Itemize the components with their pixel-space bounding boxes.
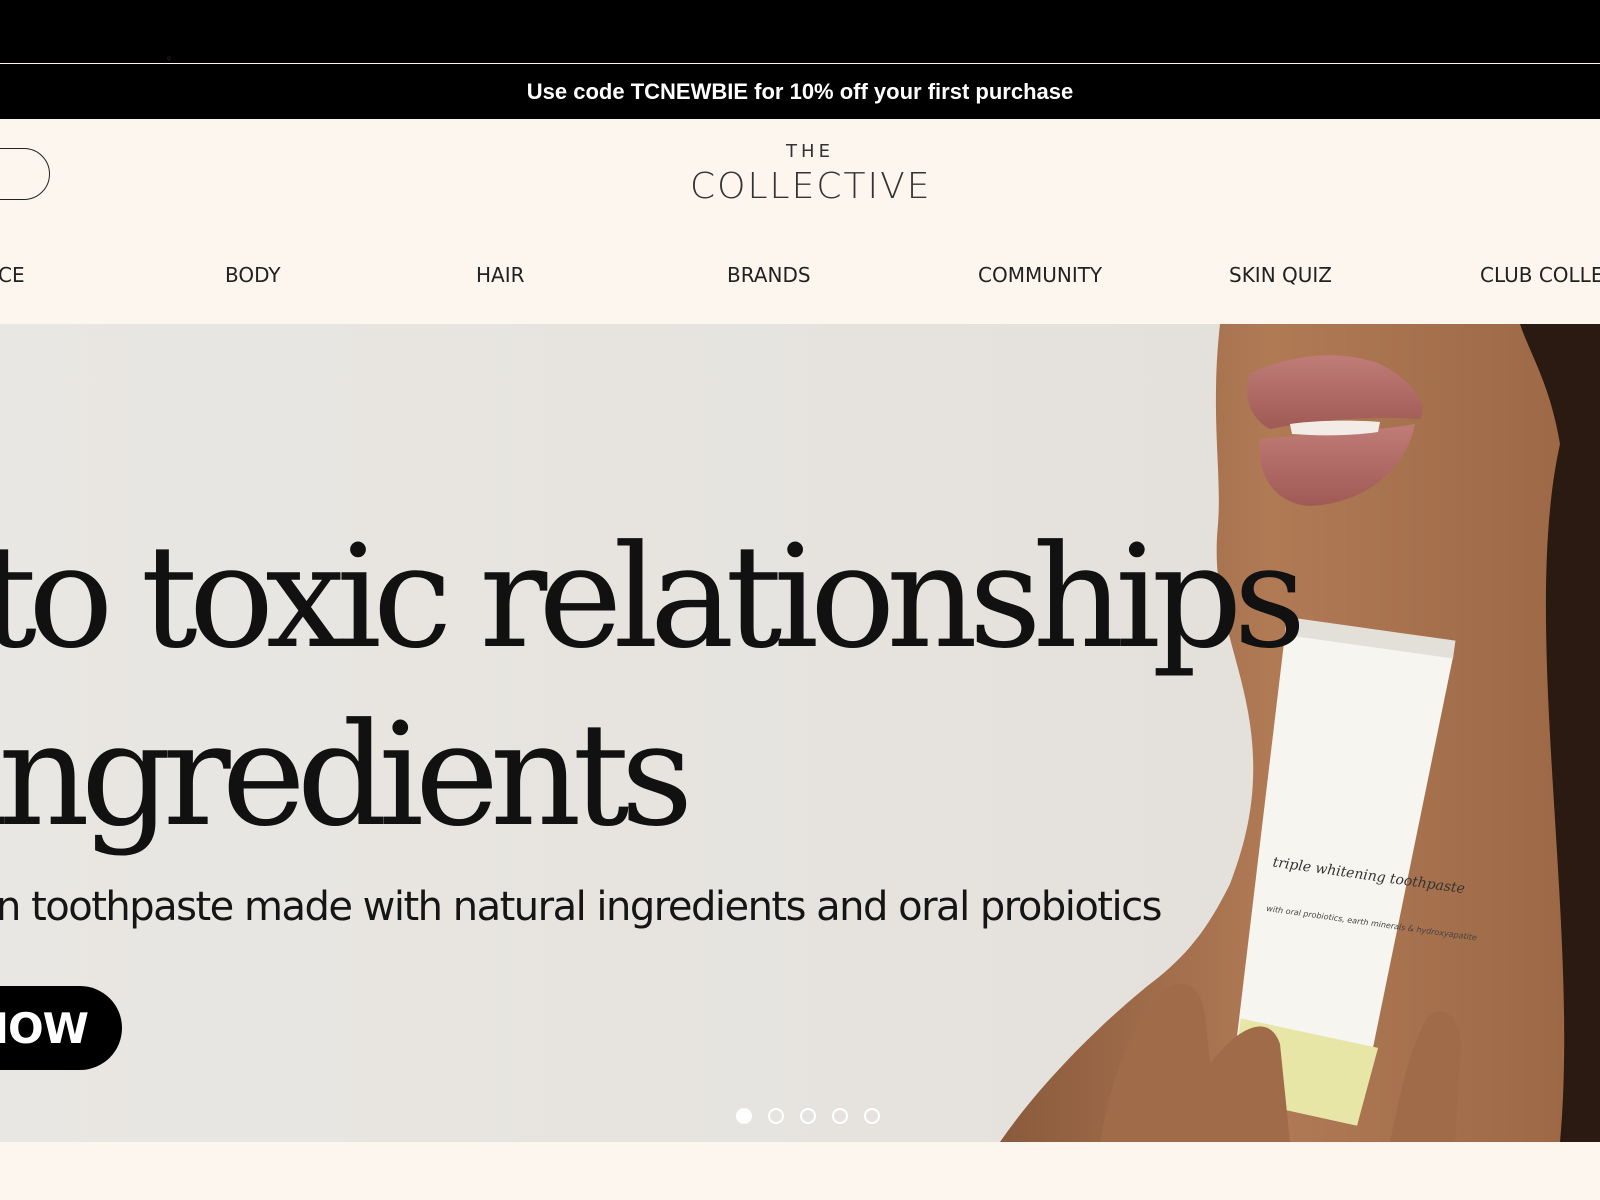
nav-item-club-collective[interactable]: CLUB COLLE xyxy=(1480,255,1600,295)
hero-headline-line-1: to toxic relationships xyxy=(0,515,1306,680)
logo-main-text: COLLECTIVE xyxy=(690,166,932,207)
hero-headline-line-2: ingredients xyxy=(0,693,693,858)
nav-item-brands[interactable]: BRANDS xyxy=(727,255,811,295)
carousel-dot-5[interactable] xyxy=(864,1108,880,1124)
hero-headline: to toxic relationships ingredients xyxy=(0,509,1306,865)
nav-item-skin-quiz[interactable]: SKIN QUIZ xyxy=(1229,255,1332,295)
carousel-dot-2[interactable] xyxy=(768,1108,784,1124)
nav-item-face[interactable]: CE xyxy=(0,255,25,295)
carousel-dot-3[interactable] xyxy=(800,1108,816,1124)
logo-small-text: THE xyxy=(786,141,834,162)
search-button[interactable] xyxy=(0,148,50,200)
nav-item-community[interactable]: COMMUNITY xyxy=(978,255,1102,295)
main-nav: CE BODY HAIR BRANDS COMMUNITY SKIN QUIZ … xyxy=(0,255,1600,295)
topbar-mark-icon: ◦ xyxy=(166,54,172,65)
site-header: THE COLLECTIVE CE BODY HAIR BRANDS COMMU… xyxy=(0,119,1600,324)
carousel-dots xyxy=(736,1108,880,1128)
carousel-dot-4[interactable] xyxy=(832,1108,848,1124)
nav-item-body[interactable]: BODY xyxy=(225,255,281,295)
hero-subline: n toothpaste made with natural ingredien… xyxy=(0,884,1162,930)
nav-item-hair[interactable]: HAIR xyxy=(476,255,525,295)
carousel-dot-1[interactable] xyxy=(736,1108,752,1124)
announcement-text: Use code TCNEWBIE for 10% off your first… xyxy=(526,78,1074,104)
announcement-bar: Use code TCNEWBIE for 10% off your first… xyxy=(0,64,1600,119)
hero-banner[interactable]: triple whitening toothpaste with oral pr… xyxy=(0,324,1600,1142)
browser-top-bar: ◦ xyxy=(0,0,1600,65)
shop-now-button[interactable]: IOW xyxy=(0,986,122,1070)
site-logo[interactable]: THE COLLECTIVE xyxy=(690,141,930,207)
